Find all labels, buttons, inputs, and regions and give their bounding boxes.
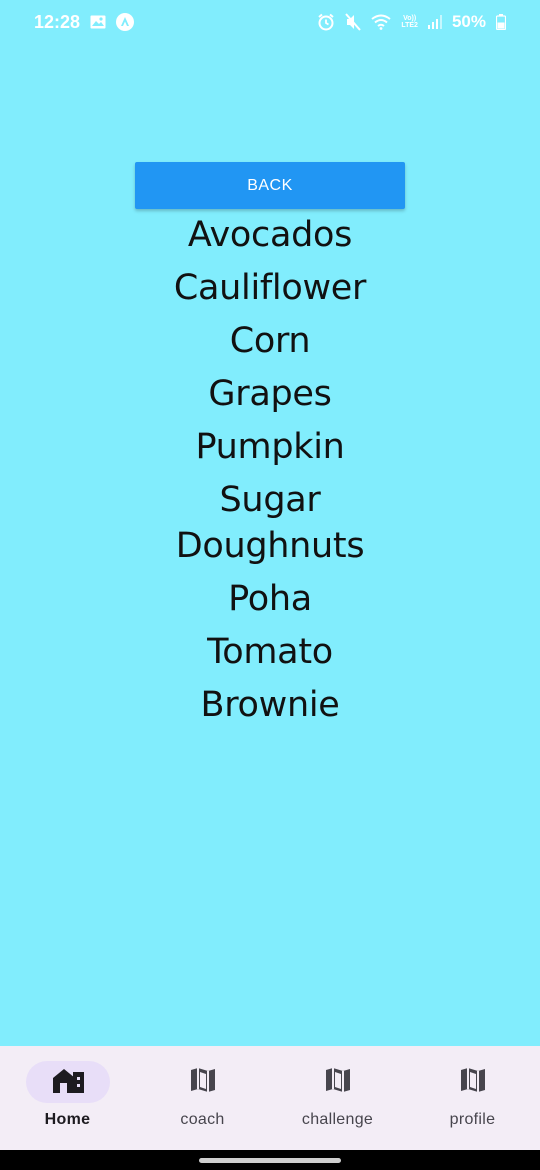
home-icon xyxy=(51,1066,85,1099)
system-gesture-bar xyxy=(0,1150,540,1170)
list-item: Tomato xyxy=(207,632,333,672)
status-bar: 12:28 Vo)) LTE2 50% xyxy=(0,0,540,44)
volte-icon: Vo)) LTE2 xyxy=(401,15,418,29)
battery-percent: 50% xyxy=(451,12,486,31)
list-item: Pumpkin xyxy=(195,427,345,467)
mute-icon xyxy=(345,13,362,31)
gallery-icon xyxy=(90,15,106,29)
app-screen: 12:28 Vo)) LTE2 50% BACK Avocados Caulif… xyxy=(0,0,540,1170)
map-icon xyxy=(459,1066,487,1099)
nav-label-challenge: challenge xyxy=(301,1111,374,1128)
list-item: Poha xyxy=(228,579,312,619)
volte-label: Vo)) xyxy=(403,15,417,22)
nav-active-indicator xyxy=(25,1061,110,1103)
food-item-list: Avocados Cauliflower Corn Grapes Pumpkin… xyxy=(120,212,420,735)
wifi-icon xyxy=(371,14,391,30)
list-item: Avocados xyxy=(187,215,353,255)
status-time: 12:28 xyxy=(34,11,81,32)
nav-label-profile: profile xyxy=(449,1111,496,1128)
lte-label: LTE2 xyxy=(401,22,418,29)
alarm-icon xyxy=(317,13,335,31)
list-item: Brownie xyxy=(200,685,340,725)
status-right: Vo)) LTE2 50% xyxy=(317,12,506,32)
nav-icon-container xyxy=(431,1061,515,1103)
list-item: Grapes xyxy=(208,374,332,414)
map-icon xyxy=(324,1066,352,1099)
list-item: Sugar Doughnuts xyxy=(175,480,365,566)
nav-item-challenge[interactable]: challenge xyxy=(270,1046,405,1150)
status-left: 12:28 xyxy=(34,11,135,33)
bottom-navigation: Home coach challenge profile xyxy=(0,1046,540,1150)
back-button[interactable]: BACK xyxy=(135,162,405,209)
signal-icon xyxy=(427,15,442,29)
nav-label-home: Home xyxy=(44,1111,91,1128)
nav-item-profile[interactable]: profile xyxy=(405,1046,540,1150)
app-notification-icon xyxy=(116,13,135,31)
nav-item-home[interactable]: Home xyxy=(0,1046,135,1150)
list-item: Cauliflower xyxy=(173,268,367,308)
list-item: Corn xyxy=(229,321,311,361)
nav-label-coach: coach xyxy=(180,1111,225,1128)
map-icon xyxy=(189,1066,217,1099)
battery-icon xyxy=(496,14,506,30)
nav-item-coach[interactable]: coach xyxy=(135,1046,270,1150)
nav-icon-container xyxy=(296,1061,380,1103)
nav-icon-container xyxy=(161,1061,245,1103)
home-gesture-handle[interactable] xyxy=(199,1158,341,1163)
